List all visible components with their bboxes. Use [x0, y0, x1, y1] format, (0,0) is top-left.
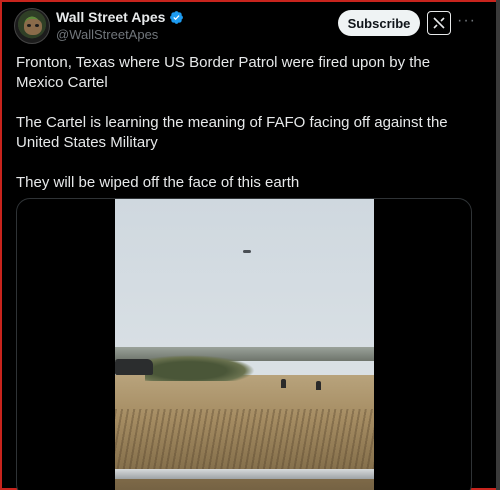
video-player[interactable]	[115, 199, 374, 490]
grok-icon[interactable]	[427, 11, 451, 35]
grok-glyph-icon	[433, 17, 445, 29]
ape-face	[24, 19, 42, 35]
author-name-row: Wall Street Apes	[56, 9, 184, 25]
scrollbar[interactable]	[496, 0, 500, 490]
person-figure	[316, 381, 321, 390]
ape-eye-left	[27, 24, 31, 27]
media-card[interactable]	[16, 198, 472, 490]
more-options-icon[interactable]: ···	[457, 12, 476, 30]
tweet-body: Fronton, Texas where US Border Patrol we…	[16, 53, 478, 213]
drone-in-sky	[243, 250, 251, 253]
tweet-paragraph: They will be wiped off the face of this …	[16, 174, 300, 191]
tweet-header: Wall Street Apes @WallStreetApes Subscri…	[14, 8, 484, 44]
military-vehicle	[115, 359, 153, 375]
person-figure	[281, 379, 286, 388]
tweet-paragraph: Fronton, Texas where US Border Patrol we…	[16, 54, 431, 91]
author-handle[interactable]: @WallStreetApes	[56, 27, 158, 42]
tweet-paragraph: The Cartel is learning the meaning of FA…	[16, 114, 448, 151]
verified-badge-icon	[170, 10, 184, 24]
author-display-name[interactable]: Wall Street Apes	[56, 9, 165, 25]
brush-cover	[145, 355, 255, 381]
ape-eye-right	[35, 24, 39, 27]
fence-rail	[115, 469, 374, 479]
avatar[interactable]	[14, 8, 50, 44]
subscribe-button[interactable]: Subscribe	[338, 10, 420, 36]
